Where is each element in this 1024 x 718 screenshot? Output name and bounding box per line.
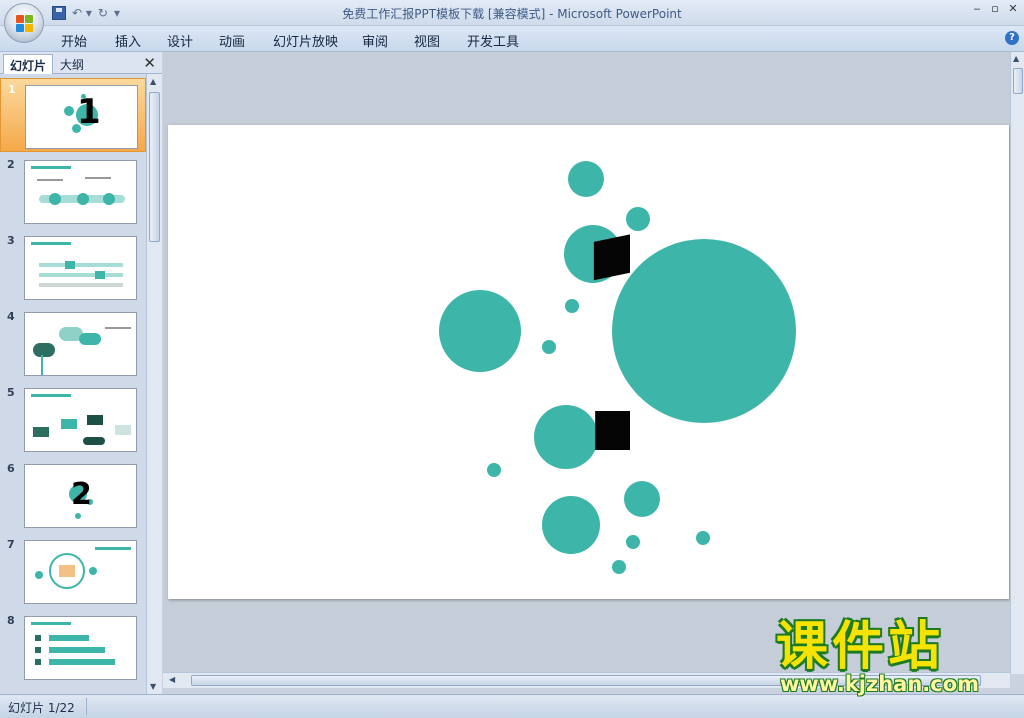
- office-button[interactable]: [4, 3, 44, 43]
- panel-tabs: 幻灯片 大纲 ✕: [0, 52, 162, 74]
- thumbnail-5[interactable]: 5: [0, 382, 146, 456]
- tab-slides[interactable]: 幻灯片: [3, 54, 54, 74]
- tab-animation[interactable]: 动画: [219, 31, 245, 50]
- watermark-brand: 课件站: [776, 617, 945, 677]
- scroll-left-icon[interactable]: ◀: [169, 675, 175, 684]
- ribbon-tabs: 开始 插入 设计 动画 幻灯片放映 审阅 视图 开发工具 ?: [0, 26, 1024, 52]
- thumbnail-number: 4: [7, 310, 15, 323]
- thumbnail-scrollbar[interactable]: ▲ ▼: [146, 74, 162, 694]
- minimize-icon[interactable]: ‒: [970, 2, 984, 16]
- scroll-thumb[interactable]: [149, 92, 160, 242]
- window-title: 免费工作汇报PPT模板下载 [兼容模式] - Microsoft PowerPo…: [0, 5, 1024, 22]
- decor-circle: [612, 560, 626, 574]
- decor-circle: [626, 535, 640, 549]
- title-separator: -: [545, 7, 558, 21]
- office-logo-icon: [16, 15, 34, 33]
- tab-review[interactable]: 审阅: [362, 31, 388, 50]
- decor-circle: [568, 161, 604, 197]
- thumbnail-number: 3: [7, 234, 15, 247]
- thumbnail-number: 5: [7, 386, 15, 399]
- thumbnail-8[interactable]: 8: [0, 610, 146, 684]
- scroll-thumb[interactable]: [1013, 68, 1023, 94]
- decor-circle: [626, 207, 650, 231]
- decor-circle: [624, 481, 660, 517]
- thumbnail-preview: [24, 160, 137, 224]
- thumbnail-4[interactable]: 4: [0, 306, 146, 380]
- watermark: 课件站 www.kjzhan.com: [776, 618, 1006, 696]
- slide-editor: 1: [163, 52, 1010, 674]
- thumbnail-7[interactable]: 7: [0, 534, 146, 608]
- thumbnail-preview: [24, 540, 137, 604]
- tab-insert[interactable]: 插入: [115, 31, 141, 50]
- title-bar: ↶ ▾ ↻ ▾ 免费工作汇报PPT模板下载 [兼容模式] - Microsoft…: [0, 0, 1024, 26]
- thumbnail-preview: 1: [25, 85, 138, 149]
- status-divider: [86, 698, 87, 715]
- scroll-up-icon[interactable]: ▲: [150, 77, 156, 86]
- tab-design[interactable]: 设计: [167, 31, 193, 50]
- restore-icon[interactable]: ▫: [988, 2, 1002, 16]
- window-controls: ‒ ▫ ✕: [970, 2, 1020, 16]
- tab-slideshow[interactable]: 幻灯片放映: [273, 31, 338, 50]
- thumbnail-1[interactable]: 1 1: [0, 78, 146, 152]
- status-bar: 幻灯片 1/22: [0, 694, 1024, 718]
- slides-panel: 幻灯片 大纲 ✕ 1 1 2 3 4 5 6 2 7 8 ▲ ▼: [0, 52, 162, 694]
- slide-counter: 幻灯片 1/22: [8, 701, 75, 715]
- close-panel-icon[interactable]: ✕: [143, 54, 156, 72]
- watermark-url: www.kjzhan.com: [780, 672, 980, 696]
- decor-circle: [542, 496, 600, 554]
- thumbnail-list: 1 1 2 3 4 5 6 2 7 8: [0, 74, 146, 694]
- thumbnail-big-number: 1: [77, 92, 101, 132]
- thumbnail-6[interactable]: 6 2: [0, 458, 146, 532]
- close-icon[interactable]: ✕: [1006, 2, 1020, 16]
- scroll-down-icon[interactable]: ▼: [150, 682, 156, 691]
- thumbnail-2[interactable]: 2: [0, 154, 146, 228]
- current-slide[interactable]: 1: [168, 125, 1009, 599]
- decor-circle: [696, 531, 710, 545]
- tab-home[interactable]: 开始: [61, 31, 87, 50]
- thumbnail-preview: [24, 312, 137, 376]
- decor-circle: [439, 290, 521, 372]
- thumbnail-number: 7: [7, 538, 15, 551]
- large-circle: [612, 239, 796, 423]
- thumbnail-preview: [24, 388, 137, 452]
- thumbnail-number: 1: [8, 83, 16, 96]
- app-name: Microsoft PowerPoint: [557, 7, 682, 21]
- thumbnail-big-number: 2: [71, 477, 92, 512]
- editor-vertical-scrollbar[interactable]: ▲: [1010, 52, 1024, 674]
- tab-developer[interactable]: 开发工具: [467, 31, 519, 50]
- thumbnail-number: 2: [7, 158, 15, 171]
- thumbnail-preview: 2: [24, 464, 137, 528]
- tab-outline[interactable]: 大纲: [54, 54, 90, 74]
- thumbnail-preview: [24, 616, 137, 680]
- thumbnail-3[interactable]: 3: [0, 230, 146, 304]
- document-name: 免费工作汇报PPT模板下载 [兼容模式]: [342, 7, 546, 21]
- tab-view[interactable]: 视图: [414, 31, 440, 50]
- thumbnail-number: 8: [7, 614, 15, 627]
- thumbnail-preview: [24, 236, 137, 300]
- scroll-up-icon[interactable]: ▲: [1013, 54, 1019, 63]
- help-icon[interactable]: ?: [1005, 31, 1019, 45]
- decor-circle: [542, 340, 556, 354]
- thumbnail-number: 6: [7, 462, 15, 475]
- decor-circle: [487, 463, 501, 477]
